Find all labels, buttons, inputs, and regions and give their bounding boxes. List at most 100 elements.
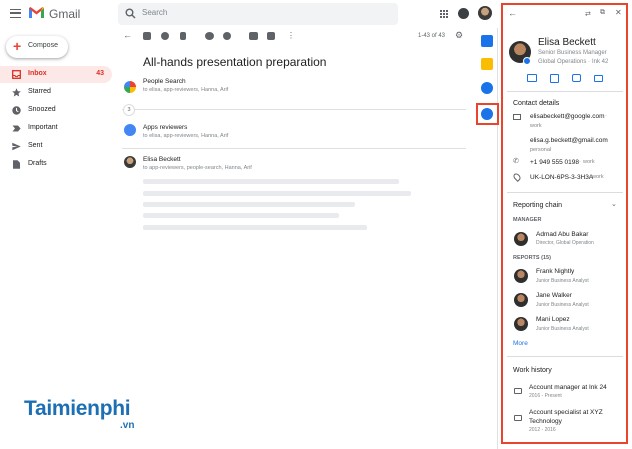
contact-title: Senior Business Manager (538, 50, 607, 56)
top-bar: Gmail Search (0, 0, 500, 28)
manager-avatar (514, 232, 528, 246)
section-divider (507, 356, 623, 357)
calendar-icon[interactable] (481, 35, 493, 47)
contact-side-panel: ← ⇄ ⧉ ✕ Elisa Beckett Senior Business Ma… (501, 3, 628, 444)
contact-name: Elisa Beckett (538, 37, 596, 48)
nav-label: Inbox (28, 70, 47, 77)
nav-label: Drafts (28, 160, 47, 167)
nav-item-inbox[interactable]: Inbox 43 (0, 66, 112, 83)
snooze-icon[interactable] (223, 32, 231, 40)
report-name[interactable]: Mani Lopez (536, 316, 570, 323)
contacts-icon[interactable] (481, 108, 493, 120)
account-status-icon[interactable] (458, 8, 469, 19)
message-body-placeholder (143, 202, 355, 207)
search-icon[interactable] (125, 8, 136, 19)
nav-item-important[interactable]: Important (0, 120, 112, 137)
move-to-folder-icon[interactable] (249, 32, 258, 40)
calendar-action-icon[interactable] (550, 74, 559, 83)
settings-gear-icon[interactable]: ⚙ (455, 31, 463, 40)
job-dates: 2016 - Present (529, 393, 562, 399)
manager-label: MANAGER (513, 217, 542, 223)
archive-icon[interactable] (143, 32, 151, 40)
nav-item-sent[interactable]: Sent (0, 138, 112, 155)
clock-icon (12, 106, 21, 115)
job-title: Account specialist at XYZ Technology (529, 409, 603, 425)
share-contact-icon[interactable]: ⇄ (585, 10, 591, 18)
email-personal-type: personal (530, 147, 552, 153)
compose-button[interactable]: + Compose (6, 36, 68, 58)
thread-divider (122, 109, 466, 110)
message-body-placeholder (143, 179, 399, 184)
sender-avatar[interactable] (124, 124, 136, 136)
email-personal[interactable]: elisa.g.beckett@gmail.com (530, 137, 608, 144)
collapsed-messages-count[interactable]: 3 (123, 104, 135, 116)
message-recipients: to elisa, app-reviewers, Hanna, Arif (143, 133, 229, 139)
contact-office: Ink 42 (592, 59, 609, 65)
nav-label: Sent (28, 142, 43, 149)
chat-action-icon[interactable] (572, 74, 581, 82)
phone-type: work (583, 159, 595, 165)
thread-divider (122, 148, 466, 149)
chevron-down-icon[interactable]: ⌄ (611, 200, 617, 208)
work-history-heading: Work history (513, 367, 552, 374)
nav-item-drafts[interactable]: Drafts (0, 156, 112, 173)
delete-icon[interactable] (180, 32, 186, 40)
more-vert-icon[interactable]: ⋮ (287, 31, 295, 40)
mark-unread-icon[interactable] (205, 32, 214, 40)
nav-label: Snoozed (28, 106, 56, 113)
report-avatar (514, 293, 528, 307)
nav-item-starred[interactable]: Starred (0, 84, 112, 101)
star-icon (12, 88, 21, 97)
message-body-placeholder (143, 225, 367, 230)
video-call-action-icon[interactable] (594, 75, 603, 82)
email-action-icon[interactable] (527, 74, 537, 82)
nav-item-snoozed[interactable]: Snoozed (0, 102, 112, 119)
compose-label: Compose (28, 42, 58, 49)
gmail-logo-icon[interactable] (29, 7, 44, 18)
nav-label: Important (28, 124, 58, 131)
job-title: Account manager at Ink 24 (529, 384, 607, 391)
message-body-placeholder (143, 213, 339, 218)
account-avatar[interactable] (478, 6, 492, 20)
location-pin-icon (512, 172, 522, 182)
phone-number[interactable]: +1 949 555 0198 (530, 159, 579, 166)
report-spam-icon[interactable] (161, 32, 169, 40)
message-recipients: to elisa, app-reviewers, Hanna, Arif (143, 87, 229, 93)
draft-icon (13, 160, 20, 169)
reporting-chain-heading: Reporting chain (513, 202, 563, 209)
section-divider (507, 192, 623, 193)
section-divider (507, 91, 623, 92)
report-role: Junior Business Analyst (536, 326, 589, 332)
message-sender[interactable]: Apps reviewers (143, 124, 187, 131)
search-placeholder: Search (142, 8, 168, 17)
more-reports-link[interactable]: More (513, 340, 528, 347)
main-menu-icon[interactable] (10, 9, 21, 18)
open-in-new-icon[interactable]: ⧉ (600, 9, 605, 17)
message-sender[interactable]: People Search (143, 78, 186, 85)
back-arrow-icon[interactable]: ← (123, 31, 132, 40)
close-icon[interactable]: ✕ (615, 8, 622, 17)
thread-subject: All-hands presentation preparation (143, 55, 327, 69)
inbox-icon (12, 70, 21, 79)
desk-location[interactable]: UK-LON-6PS-3-3H3A (530, 174, 593, 181)
sender-avatar[interactable] (124, 156, 136, 168)
apps-grid-icon[interactable] (440, 10, 448, 18)
rail-divider (497, 28, 498, 449)
phone-icon: ✆ (513, 158, 519, 165)
watermark-logo: Taimienphi (24, 397, 131, 420)
report-name[interactable]: Jane Walker (536, 292, 572, 299)
sender-avatar[interactable] (124, 81, 136, 93)
panel-back-icon[interactable]: ← (508, 8, 517, 18)
manager-name[interactable]: Admad Abu Bakar (536, 231, 588, 238)
job-dates: 2012 - 2016 (529, 427, 556, 433)
send-icon (12, 142, 21, 151)
app-name: Gmail (49, 7, 81, 21)
search-bar[interactable]: Search (118, 3, 398, 25)
label-icon[interactable] (267, 32, 275, 40)
report-name[interactable]: Frank Nightly (536, 268, 574, 275)
message-sender[interactable]: Elisa Beckett (143, 156, 181, 163)
keep-icon[interactable] (481, 58, 493, 70)
email-work[interactable]: elisabeckett@google.com (530, 113, 605, 120)
tasks-icon[interactable] (481, 82, 493, 94)
briefcase-icon (514, 388, 522, 394)
